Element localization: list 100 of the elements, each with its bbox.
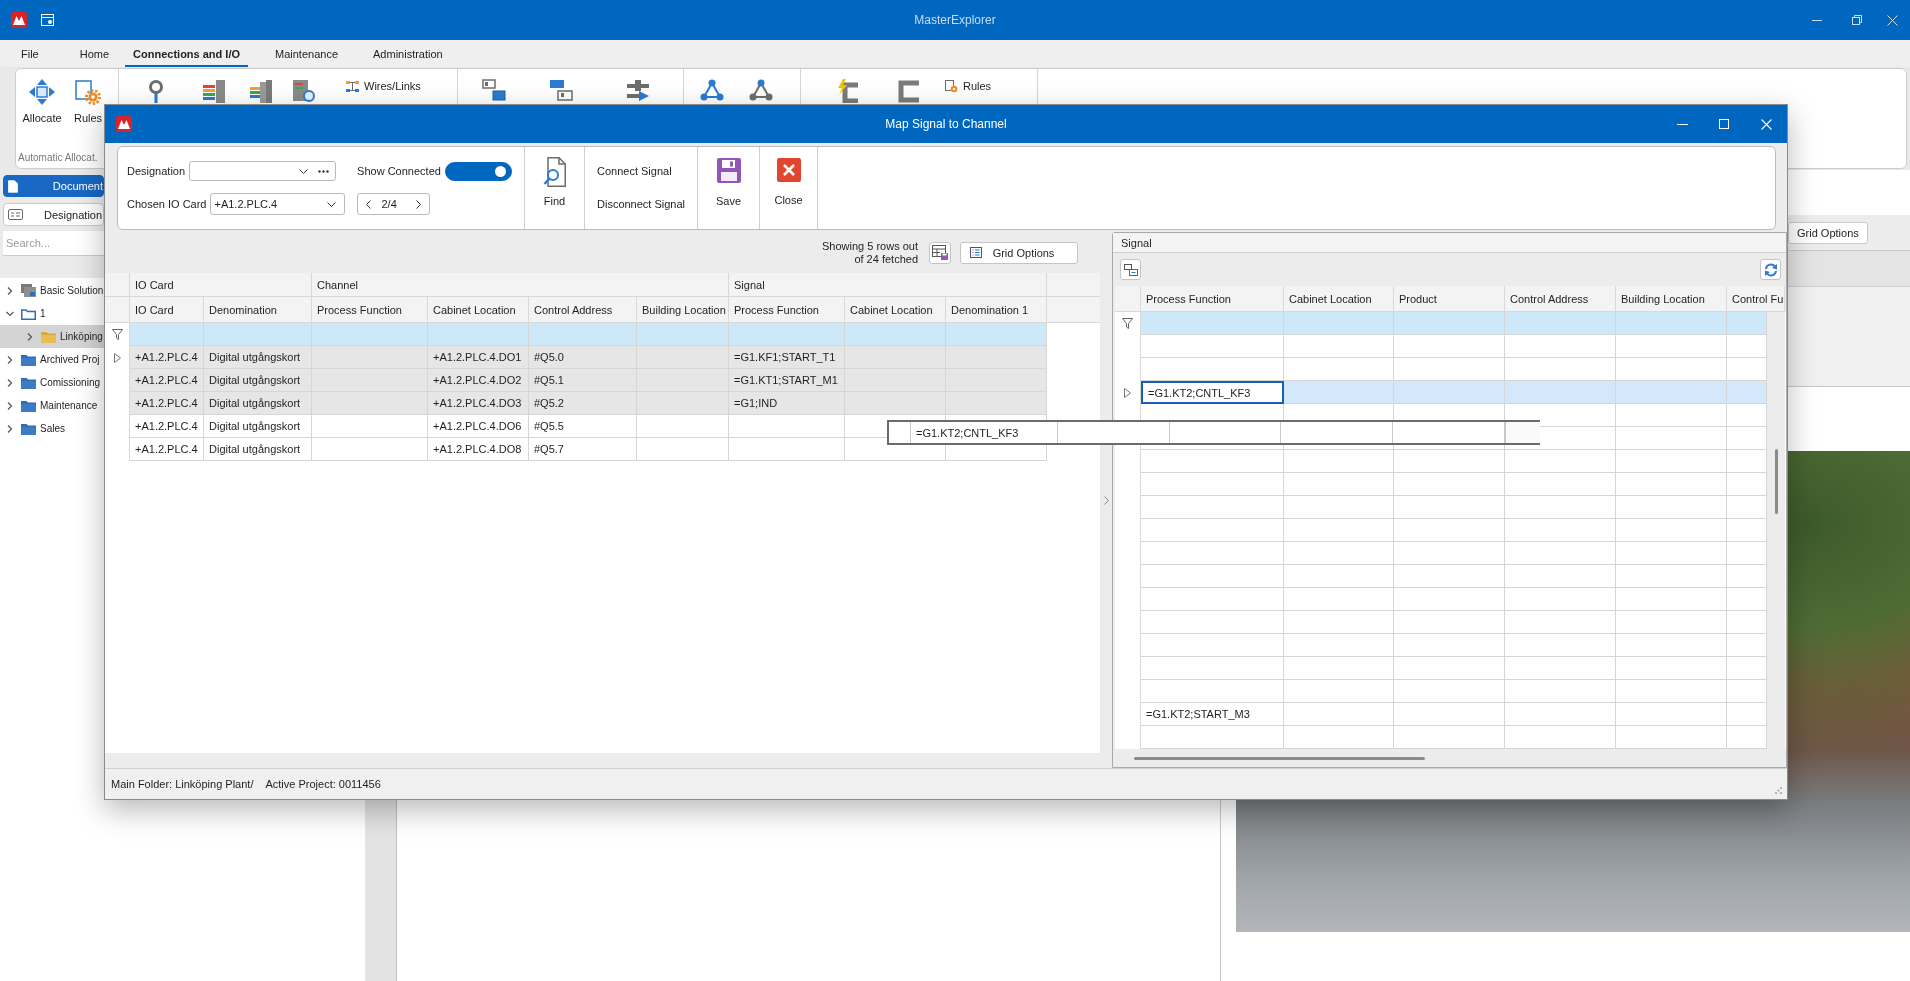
allocate-button[interactable]: Allocate <box>22 78 62 124</box>
wires-icon <box>346 80 359 92</box>
wires-links-button[interactable]: Wires/Links <box>346 79 421 93</box>
grid-options-button[interactable]: Grid Options <box>960 241 1078 264</box>
connector-icon[interactable] <box>626 79 650 103</box>
io-card-label: Chosen IO Card <box>127 198 207 210</box>
layout-button[interactable] <box>1120 259 1141 280</box>
save-layout-button[interactable] <box>929 241 951 264</box>
tree-item[interactable]: Archived Proj <box>0 348 104 371</box>
filter-cell[interactable] <box>729 323 845 346</box>
table-cell: =G1.KT2;CNTL_KF3 <box>911 422 1058 443</box>
filter-cell[interactable] <box>1727 312 1767 335</box>
side-panel-button[interactable]: Document <box>3 175 104 197</box>
menu-tab[interactable]: Administration <box>365 40 451 67</box>
vertical-scrollbar[interactable] <box>1767 312 1785 749</box>
folder-outline-icon <box>21 307 36 320</box>
folder-icon <box>21 353 36 366</box>
resize-grip-icon[interactable] <box>1775 787 1782 794</box>
table-row[interactable]: +A1.2.PLC.4 Digital utgångskort +A1.2.PLC.4.DO1 #Q5.0 =G1.KF1;START_T1 <box>105 346 1047 369</box>
tree-item[interactable]: Maintenance <box>0 394 104 417</box>
save-button[interactable]: Save <box>698 147 759 229</box>
menu-tab[interactable]: Maintenance <box>267 40 347 67</box>
network-boxes-icon[interactable] <box>549 79 573 101</box>
tree-item[interactable]: Basic Solution <box>0 279 104 302</box>
table-cell: +A1.2.PLC.4 <box>130 392 204 415</box>
find-button[interactable]: Find <box>525 147 584 229</box>
stacked-bars-icon[interactable] <box>202 79 226 103</box>
close-icon <box>1760 118 1772 130</box>
filter-cell[interactable] <box>845 323 946 346</box>
panel-title: Signal <box>1113 233 1786 253</box>
bracket-icon[interactable] <box>896 79 920 103</box>
current-row-icon <box>1124 387 1131 398</box>
rules-button[interactable]: Rules <box>73 78 103 124</box>
filter-cell[interactable] <box>1141 312 1284 335</box>
tree-item[interactable]: Comissioning <box>0 371 104 394</box>
gear-document-icon <box>945 79 958 93</box>
table-row[interactable]: +A1.2.PLC.4 Digital utgångskort +A1.2.PLC.4.DO3 #Q5.2 =G1;IND <box>105 392 1047 415</box>
close-dialog-button[interactable]: Close <box>760 147 817 229</box>
filter-cell[interactable] <box>1616 312 1727 335</box>
status-text: Main Folder: Linköping Plant/ <box>111 778 254 790</box>
grid-options-button[interactable]: Grid Options <box>1788 221 1868 244</box>
filter-cell[interactable] <box>1394 312 1505 335</box>
table-cell: Digital utgångskort <box>204 415 312 438</box>
table-cell: +A1.2.PLC.4 <box>130 438 204 461</box>
show-connected-label: Show Connected <box>357 165 441 177</box>
menu-tab[interactable]: File <box>13 40 47 67</box>
lightning-bracket-icon[interactable] <box>836 79 860 103</box>
gear-document-icon <box>74 78 102 106</box>
io-card-combo[interactable]: +A1.2.PLC.4 <box>210 193 346 215</box>
id-card-icon <box>8 209 23 220</box>
filter-cell[interactable] <box>1505 312 1616 335</box>
stacked-windows-icon <box>21 284 36 297</box>
dialog-title: Map Signal to Channel <box>885 117 1007 131</box>
chevron-down-icon[interactable] <box>299 168 309 174</box>
refresh-button[interactable] <box>1760 259 1781 280</box>
text-button[interactable]: Disconnect Signal <box>595 193 688 215</box>
toggle-switch[interactable] <box>444 161 512 181</box>
restore-icon <box>1852 15 1862 25</box>
page-indicator: 2/4 <box>381 198 398 210</box>
ellipsis-icon[interactable] <box>318 169 330 173</box>
filter-cell[interactable] <box>130 323 204 346</box>
network-boxes-icon[interactable] <box>482 79 506 101</box>
filter-cell[interactable] <box>428 323 529 346</box>
table-cell: +A1.2.PLC.4.DO3 <box>428 392 529 415</box>
side-panel-button[interactable]: Designation <box>3 203 104 226</box>
refresh-icon <box>1763 262 1778 277</box>
document-search-icon[interactable] <box>292 79 316 103</box>
table-row[interactable]: =G1.KT2;CNTL_KF3 <box>1115 381 1767 404</box>
table-row[interactable]: +A1.2.PLC.4 Digital utgångskort +A1.2.PLC.4.DO2 #Q5.1 =G1.KT1;START_M1 <box>105 369 1047 392</box>
tree-item[interactable]: Sales <box>0 417 104 440</box>
triangle-nodes-icon[interactable] <box>700 79 724 101</box>
folder-icon <box>41 330 56 343</box>
filter-cell[interactable] <box>637 323 729 346</box>
stacked-bars-icon[interactable] <box>249 79 273 103</box>
window-icon[interactable] <box>41 14 54 26</box>
filter-cell[interactable] <box>529 323 637 346</box>
filter-cell[interactable] <box>312 323 428 346</box>
filter-icon[interactable] <box>111 329 123 340</box>
table-cell: +A1.2.PLC.4.DO8 <box>428 438 529 461</box>
triangle-nodes-icon[interactable] <box>749 79 773 101</box>
designation-label: Designation <box>127 165 186 177</box>
row-count-text: Showing 5 rows out of 24 fetched <box>822 239 918 266</box>
tree-item[interactable]: 1 <box>0 302 104 325</box>
rules-small-button[interactable]: Rules <box>945 79 992 93</box>
filter-icon[interactable] <box>1122 318 1133 329</box>
filter-cell[interactable] <box>204 323 312 346</box>
search-field[interactable]: Search... <box>3 231 104 256</box>
table-cell: Digital utgångskort <box>204 392 312 415</box>
chevron-down-icon[interactable] <box>327 201 337 207</box>
chevron-right-icon[interactable] <box>416 199 422 209</box>
layout-icon <box>1123 263 1138 276</box>
minimize-icon <box>1676 123 1688 125</box>
filter-cell[interactable] <box>946 323 1047 346</box>
menu-tab[interactable]: Home <box>71 40 118 67</box>
chevron-left-icon[interactable] <box>366 199 372 209</box>
filter-cell[interactable] <box>1284 312 1394 335</box>
close-icon <box>1887 14 1898 26</box>
document-icon <box>8 178 18 194</box>
tree-item[interactable]: Linköping <box>0 325 104 348</box>
text-button[interactable]: Connect Signal <box>595 160 674 182</box>
